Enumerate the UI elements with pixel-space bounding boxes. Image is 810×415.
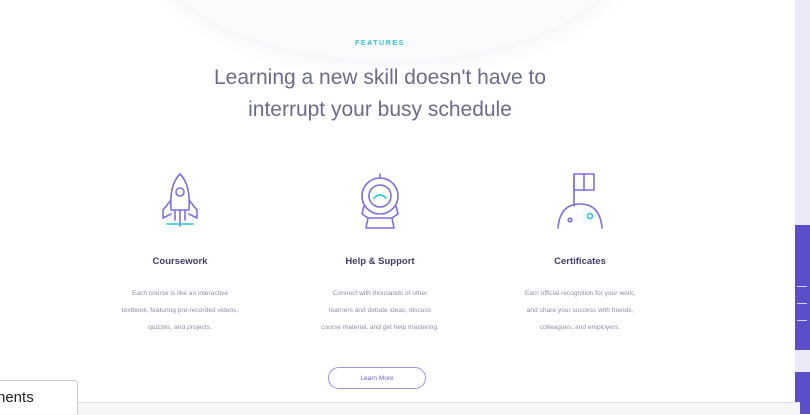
bottom-tab-bar [0, 402, 800, 415]
feature-description: Earn official recognition for your work,… [490, 285, 670, 336]
feature-title: Certificates [554, 256, 606, 267]
feature-title: Help & Support [345, 256, 415, 267]
desc-line: quizzes, and projects. [148, 324, 212, 331]
desc-line: course material, and get help mastering. [321, 324, 439, 331]
feature-help-support: Help & Support Connect with thousands of… [280, 170, 480, 336]
learn-more-button[interactable]: Learn More [328, 367, 426, 389]
side-panel-divider [797, 320, 807, 321]
desc-line: learners and debate ideas, discuss [329, 307, 431, 314]
headline-line-1: Learning a new skill doesn't have to [213, 66, 547, 89]
feature-description: Connect with thousands of other learners… [290, 285, 470, 336]
section-headline: Learning a new skill doesn't have to int… [0, 62, 760, 126]
desc-line: colleagues, and employers. [539, 324, 621, 331]
section-kicker: FEATURES [354, 40, 405, 47]
feature-title: Coursework [152, 256, 208, 267]
side-panel-block [795, 225, 810, 350]
side-panel-divider [797, 286, 807, 287]
desc-line: textbook, featuring pre-recorded videos, [121, 307, 239, 314]
desc-line: Earn official recognition for your work, [524, 290, 636, 297]
features-section: FEATURES Learning a new skill doesn't ha… [0, 0, 800, 414]
bottom-tab[interactable]: nents [0, 380, 78, 414]
headline-line-2: interrupt your busy schedule [248, 98, 512, 121]
astronaut-helmet-icon [361, 173, 399, 229]
rocket-icon [162, 173, 198, 227]
desc-line: Connect with thousands of other [332, 290, 428, 297]
side-panel-divider [797, 303, 807, 304]
flag-planet-icon [557, 173, 603, 229]
feature-certificates: Certificates Earn official recognition f… [480, 170, 680, 336]
desc-line: and share your success with friends, [526, 307, 634, 314]
feature-description: Each course is like an interactive textb… [90, 285, 270, 336]
desc-line: Each course is like an interactive [131, 290, 229, 297]
feature-coursework: Coursework Each course is like an intera… [80, 170, 280, 336]
right-side-panel [795, 0, 810, 414]
feature-grid: Coursework Each course is like an intera… [80, 170, 680, 340]
